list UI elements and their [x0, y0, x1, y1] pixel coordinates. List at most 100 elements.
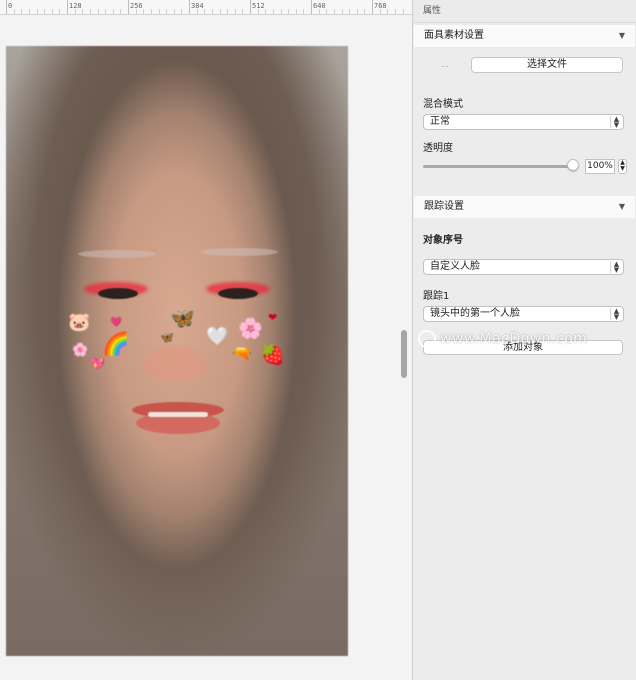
ruler-minor-tick — [265, 9, 267, 14]
object-index-label: 对象序号 — [423, 235, 463, 246]
canvas-vertical-scrollbar[interactable] — [401, 330, 407, 378]
ruler-minor-tick — [295, 9, 297, 14]
ruler-major-tick — [311, 0, 312, 14]
ruler-minor-tick — [181, 9, 183, 14]
ruler-minor-tick — [349, 9, 351, 14]
opacity-slider-knob[interactable] — [567, 159, 579, 171]
choose-file-button[interactable]: 选择文件 — [471, 57, 623, 73]
ruler-minor-tick — [105, 9, 107, 14]
horizontal-ruler: 0 128 256 384 512 640 768 — [0, 0, 412, 15]
face-photo-canvas[interactable]: 🐷 💗 🦋 ❤ 🌸 🌈 🦋 🤍 🌸 💖 🔫 🍓 — [6, 46, 348, 656]
ruler-minor-tick — [227, 9, 229, 14]
ruler-minor-tick — [13, 9, 15, 14]
tracking1-select[interactable]: 镜头中的第一个人脸 ▲ ▼ — [423, 306, 624, 322]
ruler-label: 0 — [8, 2, 13, 10]
left-eyebrow — [78, 250, 156, 258]
ruler-minor-tick — [257, 9, 259, 14]
object-index-value: 自定义人脸 — [430, 261, 480, 272]
right-eye — [218, 288, 258, 299]
ruler-major-tick — [128, 0, 129, 14]
mask-material-section-header[interactable]: 面具素材设置 ▼ — [414, 25, 635, 47]
section-title: 面具素材设置 — [424, 30, 484, 41]
ruler-minor-tick — [326, 9, 328, 14]
opacity-value-field[interactable]: 100% — [585, 159, 615, 174]
tracking-section-header[interactable]: 跟踪设置 ▼ — [414, 196, 635, 218]
pink-flower-sticker: 🌸 — [238, 316, 263, 340]
ruler-major-tick — [250, 0, 251, 14]
ruler-minor-tick — [356, 9, 358, 14]
ruler-minor-tick — [112, 9, 114, 14]
pink-heart-sticker: 💖 — [90, 357, 105, 371]
teeth — [148, 412, 208, 417]
ruler-minor-tick — [303, 9, 305, 14]
ruler-minor-tick — [280, 9, 282, 14]
watermark-logo-icon — [418, 330, 436, 348]
right-eyebrow — [200, 248, 278, 256]
ruler-minor-tick — [242, 9, 244, 14]
ruler-minor-tick — [272, 9, 274, 14]
ruler-minor-tick — [74, 9, 76, 14]
red-heart-sticker: ❤ — [268, 311, 278, 324]
disclosure-triangle-icon[interactable]: ▼ — [619, 196, 625, 218]
ruler-minor-tick — [379, 9, 381, 14]
ruler-minor-tick — [59, 9, 61, 14]
ruler-minor-tick — [318, 9, 320, 14]
ruler-minor-tick — [219, 9, 221, 14]
ruler-major-tick — [67, 0, 68, 14]
pig-face-sticker: 🐷 — [68, 312, 91, 333]
tracking1-value: 镜头中的第一个人脸 — [430, 308, 520, 319]
opacity-stepper[interactable]: ▲ ▼ — [618, 159, 627, 174]
ruler-minor-tick — [150, 9, 152, 14]
watermark-text: www.MacDown.com — [440, 331, 588, 347]
ruler-minor-tick — [211, 9, 213, 14]
strawberry-sticker: 🍓 — [260, 342, 285, 366]
ruler-minor-tick — [402, 9, 404, 14]
pink-flower-left-sticker: 🌸 — [72, 343, 89, 358]
white-heart-sticker: 🤍 — [206, 326, 229, 347]
ruler-major-tick — [6, 0, 7, 14]
ruler-minor-tick — [173, 9, 175, 14]
opacity-label: 透明度 — [423, 143, 453, 154]
file-path-placeholder: ... — [441, 60, 449, 69]
nose — [144, 346, 206, 382]
ruler-minor-tick — [387, 9, 389, 14]
small-butterfly-sticker: 🦋 — [160, 331, 174, 344]
ruler-minor-tick — [204, 9, 206, 14]
butterfly-sticker: 🦋 — [170, 306, 195, 330]
select-chevron-icon: ▲ ▼ — [610, 116, 622, 129]
ruler-minor-tick — [333, 9, 335, 14]
disclosure-triangle-icon[interactable]: ▼ — [619, 25, 625, 47]
opacity-slider-track[interactable] — [423, 165, 573, 168]
ruler-minor-tick — [234, 9, 236, 14]
blend-mode-label: 混合模式 — [423, 99, 463, 110]
rainbow-sticker: 🌈 — [102, 332, 130, 357]
ruler-minor-tick — [36, 9, 38, 14]
ruler-minor-tick — [166, 9, 168, 14]
ruler-minor-tick — [341, 9, 343, 14]
object-index-select[interactable]: 自定义人脸 ▲ ▼ — [423, 259, 624, 275]
section-title: 跟踪设置 — [424, 201, 464, 212]
ruler-major-tick — [189, 0, 190, 14]
ruler-minor-tick — [82, 9, 84, 14]
ruler-minor-tick — [143, 9, 145, 14]
ruler-minor-tick — [120, 9, 122, 14]
ruler-major-tick — [372, 0, 373, 14]
select-chevron-icon: ▲ ▼ — [610, 308, 622, 321]
ruler-minor-tick — [89, 9, 91, 14]
ruler-minor-tick — [196, 9, 198, 14]
panel-title: 属性 — [413, 0, 636, 23]
ruler-minor-tick — [158, 9, 160, 14]
blend-mode-select[interactable]: 正常 ▲ ▼ — [423, 114, 624, 130]
ruler-minor-tick — [51, 9, 53, 14]
tracking1-label: 跟踪1 — [423, 291, 450, 302]
canvas-area[interactable]: 0 128 256 384 512 640 768 🐷 💗 🦋 ❤ 🌸 🌈 🦋 🤍 🌸 💖 … — [0, 0, 412, 680]
blend-mode-value: 正常 — [430, 116, 450, 127]
ruler-minor-tick — [135, 9, 137, 14]
gun-sticker: 🔫 — [232, 344, 252, 363]
select-chevron-icon: ▲ ▼ — [610, 261, 622, 274]
ruler-minor-tick — [288, 9, 290, 14]
ruler-minor-tick — [28, 9, 30, 14]
ruler-minor-tick — [364, 9, 366, 14]
ruler-minor-tick — [21, 9, 23, 14]
ruler-minor-tick — [394, 9, 396, 14]
